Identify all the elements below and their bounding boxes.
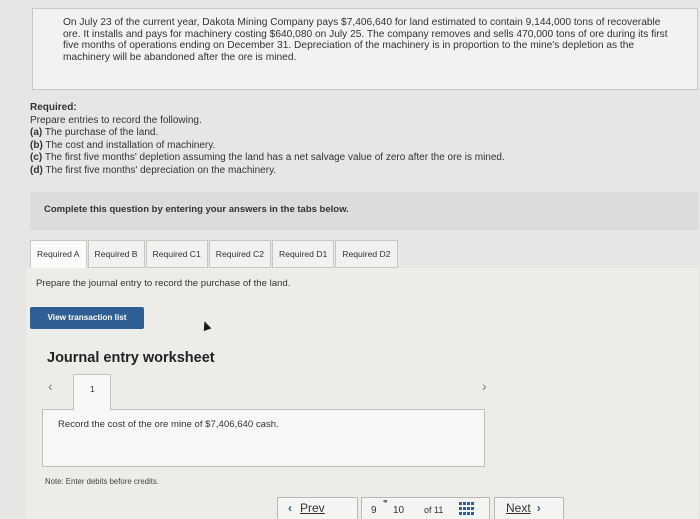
required-item-tag: (d) [30, 164, 43, 176]
prepare-instruction: Prepare the journal entry to record the … [36, 278, 291, 289]
required-item-b: (b) The cost and installation of machine… [30, 140, 670, 153]
link-icon: ⚭ [382, 497, 389, 506]
tab-required-b[interactable]: Required B [87, 240, 145, 268]
next-label: Next [506, 501, 531, 515]
chevron-right-icon[interactable]: › [482, 378, 487, 394]
problem-text: On July 23 of the current year, Dakota M… [63, 17, 668, 63]
entry-page-number: 1 [90, 384, 95, 394]
required-item-a: (a) The purchase of the land. [30, 127, 670, 140]
instruction-bar: Complete this question by entering your … [30, 192, 698, 230]
tab-required-a[interactable]: Required A [30, 240, 87, 268]
worksheet-title: Journal entry worksheet [47, 350, 215, 366]
entry-page-tab[interactable]: 1 [73, 374, 111, 410]
required-item-tag: (c) [30, 152, 43, 164]
required-item-text: The purchase of the land. [42, 127, 159, 139]
chevron-left-icon[interactable]: ‹ [48, 378, 53, 394]
entry-description: Record the cost of the ore mine of $7,40… [58, 419, 279, 430]
required-item-tag: (a) [30, 127, 43, 139]
tab-required-d2[interactable]: Required D2 [335, 240, 398, 268]
tab-required-d1[interactable]: Required D1 [272, 240, 335, 268]
next-button[interactable]: Next › [494, 497, 564, 519]
pager-total: of 11 [424, 505, 444, 515]
required-item-text: The first five months' depreciation on t… [42, 164, 277, 176]
required-intro: Prepare entries to record the following. [30, 114, 202, 126]
required-item-c: (c) The first five months' depletion ass… [30, 152, 670, 165]
tab-required-c2[interactable]: Required C2 [208, 240, 272, 268]
required-tabs: Required A Required B Required C1 Requir… [30, 240, 399, 268]
prev-label: Prev [300, 501, 325, 515]
required-item-tag: (b) [30, 139, 43, 151]
view-transaction-list-button[interactable]: View transaction list [30, 307, 144, 329]
required-item-d: (d) The first five months' depreciation … [30, 165, 670, 178]
worksheet-note: Note: Enter debits before credits. [45, 477, 159, 486]
chevron-right-icon: › [536, 501, 541, 515]
required-item-text: The first five months' depletion assumin… [42, 152, 505, 164]
pager-prev-number[interactable]: 9 [371, 505, 377, 516]
tab-required-c1[interactable]: Required C1 [145, 240, 208, 268]
prev-button[interactable]: ‹ Prev [277, 497, 358, 519]
pager-current-number[interactable]: 10 [393, 505, 404, 516]
problem-statement: On July 23 of the current year, Dakota M… [32, 8, 698, 90]
entry-description-box: Record the cost of the ore mine of $7,40… [42, 409, 485, 467]
required-heading: Required: [30, 102, 77, 113]
required-item-text: The cost and installation of machinery. [42, 139, 216, 151]
chevron-left-icon: ‹ [288, 501, 292, 515]
grid-icon[interactable] [459, 502, 474, 516]
question-pager: ⚭ 9 10 of 11 [361, 497, 490, 519]
required-section: Required: Prepare entries to record the … [30, 102, 670, 178]
instruction-text: Complete this question by entering your … [44, 204, 349, 215]
